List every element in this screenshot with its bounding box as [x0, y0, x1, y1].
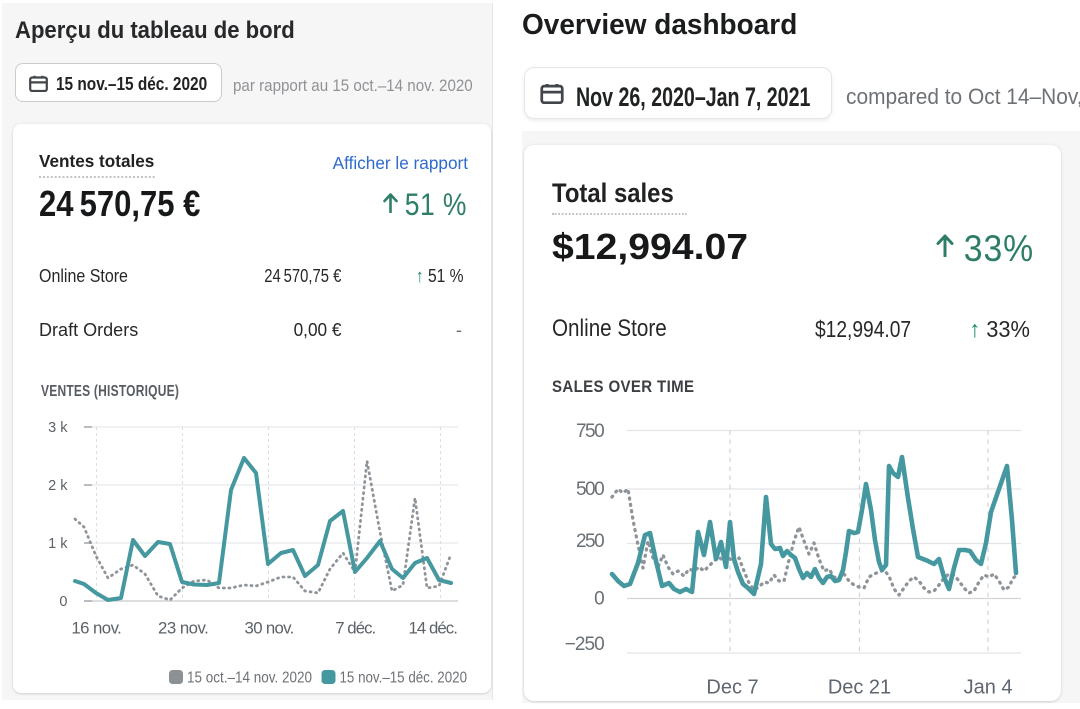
svg-text:1 k: 1 k — [48, 536, 68, 552]
svg-text:Jan 4: Jan 4 — [964, 677, 1013, 699]
svg-text:23 nov.: 23 nov. — [158, 619, 209, 638]
svg-text:750: 750 — [576, 421, 605, 442]
svg-text:−250: −250 — [565, 634, 605, 655]
svg-text:250: 250 — [576, 531, 605, 552]
svg-text:30 nov.: 30 nov. — [245, 619, 295, 638]
svg-text:Dec 21: Dec 21 — [828, 677, 891, 699]
svg-text:15 oct.–14 nov. 2020: 15 oct.–14 nov. 2020 — [187, 670, 312, 687]
svg-text:0: 0 — [594, 589, 605, 610]
svg-text:3 k: 3 k — [48, 420, 68, 436]
svg-text:2 k: 2 k — [48, 478, 68, 494]
svg-text:0: 0 — [59, 594, 67, 610]
svg-text:Dec 7: Dec 7 — [706, 677, 758, 699]
svg-text:14 déc.: 14 déc. — [409, 619, 458, 638]
svg-text:15 nov.–15 déc. 2020: 15 nov.–15 déc. 2020 — [340, 670, 468, 687]
svg-text:500: 500 — [576, 479, 605, 500]
svg-text:16 nov.: 16 nov. — [71, 619, 122, 638]
svg-text:7 déc.: 7 déc. — [335, 619, 376, 638]
